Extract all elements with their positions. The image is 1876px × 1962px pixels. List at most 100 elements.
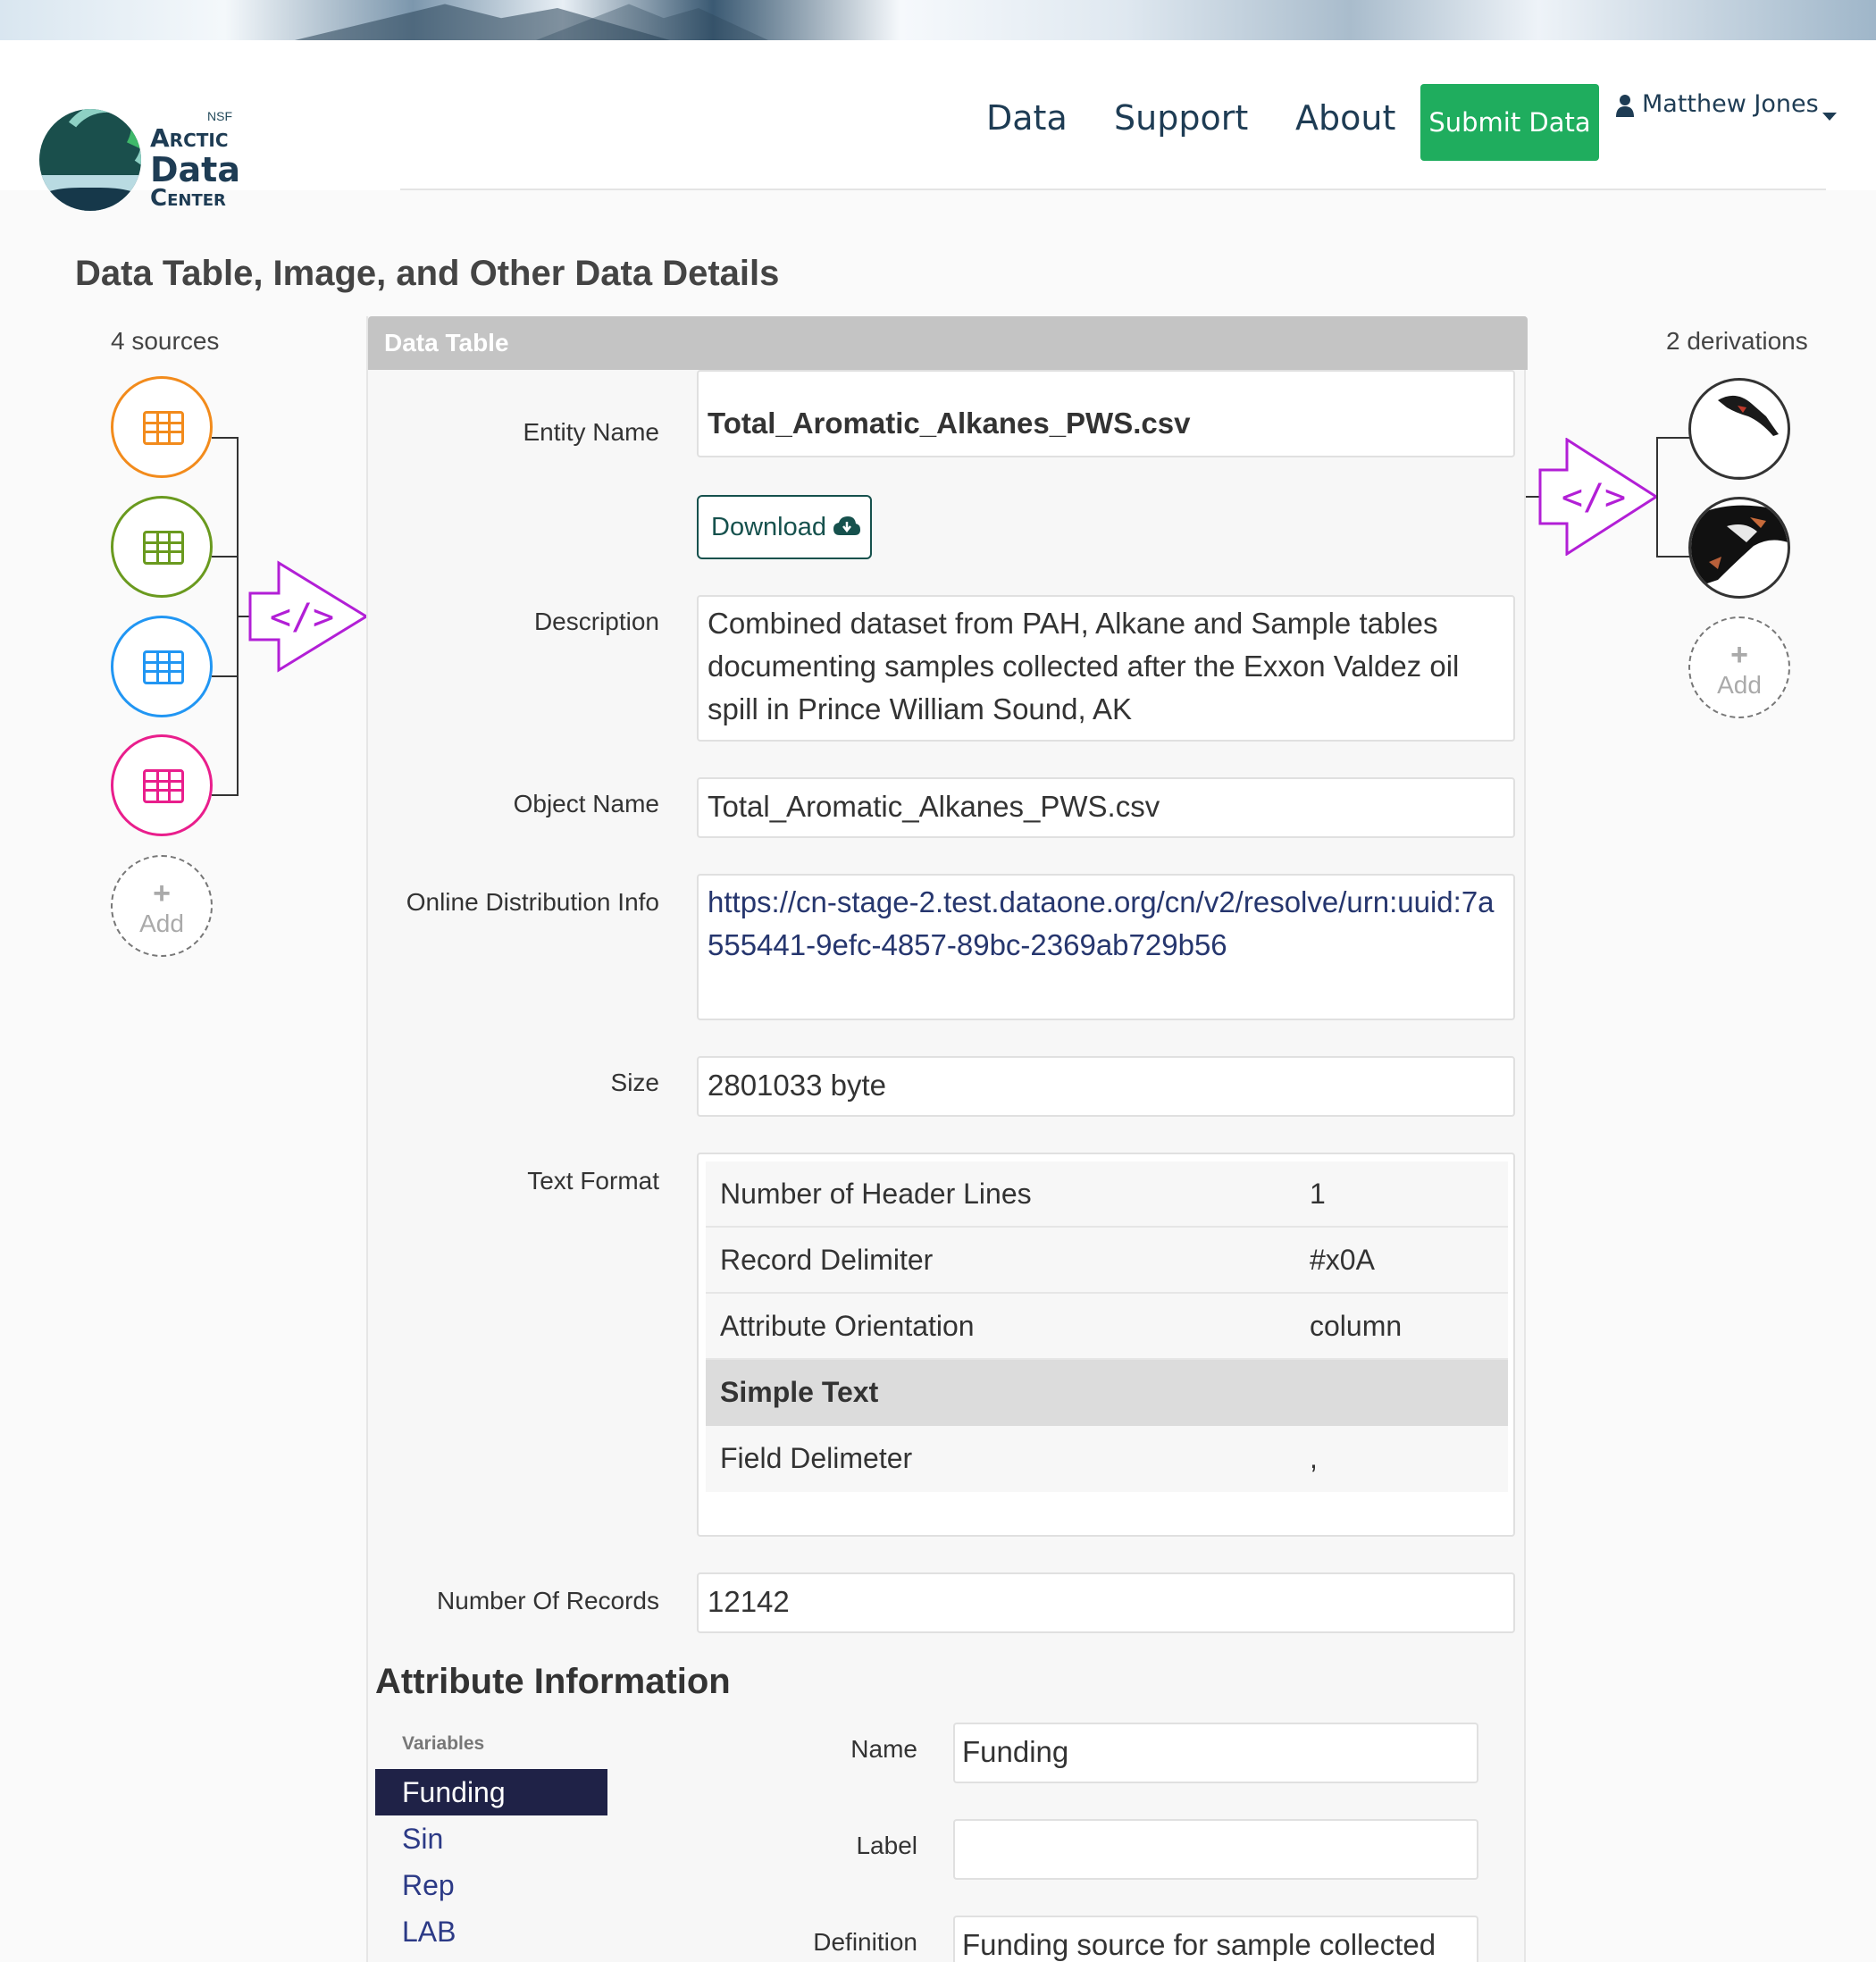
attribute-name-field: Funding — [953, 1723, 1478, 1783]
connector-line — [212, 675, 239, 677]
table-row: Attribute Orientation column — [706, 1294, 1508, 1360]
description-field: Combined dataset from PAH, Alkane and Sa… — [697, 595, 1515, 742]
description-label: Description — [533, 608, 659, 635]
source-data-table-4[interactable] — [111, 734, 213, 836]
table-icon — [143, 411, 184, 445]
entity-name-value: Total_Aromatic_Alkanes_PWS.csv — [708, 407, 1191, 440]
logo-word-arctic: Arctic — [150, 123, 229, 153]
attribute-name-value: Funding — [962, 1735, 1069, 1768]
submit-data-button[interactable]: Submit Data — [1420, 84, 1599, 161]
site-logo[interactable]: NSF Arctic Data Center — [36, 73, 250, 212]
online-distribution-label: Online Distribution Info — [406, 888, 659, 916]
source-data-table-2[interactable] — [111, 496, 213, 598]
object-name-value: Total_Aromatic_Alkanes_PWS.csv — [708, 790, 1160, 823]
variable-item-funding[interactable]: Funding — [375, 1769, 607, 1815]
connector-line — [1656, 437, 1658, 557]
program-code-icon[interactable]: </> — [248, 558, 370, 675]
simple-text-heading: Simple Text — [720, 1376, 879, 1408]
download-button[interactable]: Download — [697, 495, 872, 559]
user-name: Matthew Jones — [1642, 90, 1819, 118]
data-table-panel: Data Table — [366, 316, 1528, 1962]
attribute-information-heading: Attribute Information — [375, 1662, 731, 1701]
object-name-label: Object Name — [513, 790, 659, 818]
sources-count: 4 sources — [111, 327, 220, 355]
logo-nsf-text: NSF — [207, 109, 232, 123]
text-format-label: Text Format — [527, 1167, 659, 1195]
nav-data[interactable]: Data — [986, 98, 1068, 138]
table-icon — [143, 531, 184, 565]
size-label: Size — [610, 1069, 659, 1096]
source-data-table-3[interactable] — [111, 616, 213, 717]
add-source-button[interactable]: + Add — [111, 855, 213, 957]
plus-icon: + — [1730, 638, 1748, 672]
attribute-definition-field: Funding source for sample collected — [953, 1916, 1478, 1962]
attribute-definition-value: Funding source for sample collected — [962, 1928, 1436, 1961]
table-group-header: Simple Text — [706, 1360, 1508, 1426]
derivation-program-code-icon[interactable]: </> — [1526, 438, 1658, 556]
table-cell-key: Record Delimiter — [720, 1244, 934, 1276]
svg-text:</>: </> — [1562, 477, 1626, 518]
table-cell-key: Field Delimeter — [720, 1442, 913, 1474]
panel-title: Data Table — [384, 329, 509, 356]
chevron-down-icon — [1822, 113, 1837, 121]
entity-name-label: Entity Name — [523, 418, 660, 446]
variable-item-sin[interactable]: Sin — [375, 1815, 607, 1862]
table-cell-value: , — [1310, 1442, 1318, 1474]
connector-line — [212, 794, 239, 796]
table-row: Record Delimiter #x0A — [706, 1228, 1508, 1294]
number-of-records-value: 12142 — [708, 1585, 790, 1618]
table-icon — [143, 650, 184, 684]
attribute-label-field — [953, 1819, 1478, 1880]
size-value: 2801033 byte — [708, 1069, 887, 1102]
logo-emblem-icon — [39, 109, 141, 211]
table-cell-value: #x0A — [1310, 1244, 1375, 1276]
table-row: Number of Header Lines 1 — [706, 1161, 1508, 1228]
logo-word-center: Center — [150, 185, 226, 212]
table-icon — [143, 769, 184, 803]
attribute-name-label: Name — [850, 1735, 917, 1763]
user-menu[interactable]: Matthew Jones — [1615, 90, 1837, 126]
page-title: Data Table, Image, and Other Data Detail… — [75, 254, 780, 293]
text-format-table: Number of Header Lines 1 Record Delimite… — [697, 1153, 1515, 1537]
table-row: Field Delimeter , — [706, 1426, 1508, 1492]
nav-about[interactable]: About — [1295, 98, 1395, 138]
download-label: Download — [711, 513, 826, 541]
variable-item-rep[interactable]: Rep — [375, 1862, 607, 1908]
map-thumbnail-icon — [1691, 505, 1788, 589]
variables-label: Variables — [402, 1733, 485, 1754]
connector-line — [1656, 556, 1690, 558]
add-derivation-button[interactable]: + Add — [1688, 616, 1790, 718]
add-source-label: Add — [139, 910, 184, 937]
derivations-count: 2 derivations — [1666, 327, 1808, 355]
attribute-definition-label: Definition — [813, 1928, 917, 1956]
source-data-table-1[interactable] — [111, 376, 213, 478]
derivation-image-2[interactable] — [1688, 497, 1790, 599]
user-icon — [1616, 94, 1634, 117]
size-field: 2801033 byte — [697, 1056, 1515, 1117]
connector-line — [1656, 437, 1690, 439]
table-cell-value: column — [1310, 1310, 1403, 1342]
header-banner-image — [0, 0, 1876, 40]
add-derivation-label: Add — [1717, 671, 1762, 699]
entity-name-field: Total_Aromatic_Alkanes_PWS.csv — [697, 370, 1515, 457]
attribute-label-label: Label — [856, 1832, 917, 1859]
table-cell-key: Attribute Orientation — [720, 1310, 975, 1342]
object-name-field: Total_Aromatic_Alkanes_PWS.csv — [697, 777, 1515, 838]
online-distribution-field[interactable]: https://cn-stage-2.test.dataone.org/cn/v… — [697, 874, 1515, 1020]
connector-line — [212, 437, 239, 439]
cloud-download-icon — [833, 516, 860, 535]
nav-support[interactable]: Support — [1114, 98, 1248, 138]
logo-word-data: Data — [150, 150, 240, 189]
online-distribution-link[interactable]: https://cn-stage-2.test.dataone.org/cn/v… — [708, 885, 1495, 961]
svg-text:</>: </> — [270, 597, 334, 638]
table-cell-key: Number of Header Lines — [720, 1178, 1032, 1210]
panel-header: Data Table — [368, 316, 1528, 370]
number-of-records-field: 12142 — [697, 1572, 1515, 1633]
variable-item-lab[interactable]: LAB — [375, 1908, 607, 1955]
number-of-records-label: Number Of Records — [437, 1587, 659, 1614]
connector-line — [212, 556, 239, 558]
derivation-image-1[interactable] — [1688, 378, 1790, 480]
table-cell-value: 1 — [1310, 1178, 1326, 1210]
description-value: Combined dataset from PAH, Alkane and Sa… — [708, 607, 1460, 725]
plus-icon: + — [153, 876, 171, 910]
